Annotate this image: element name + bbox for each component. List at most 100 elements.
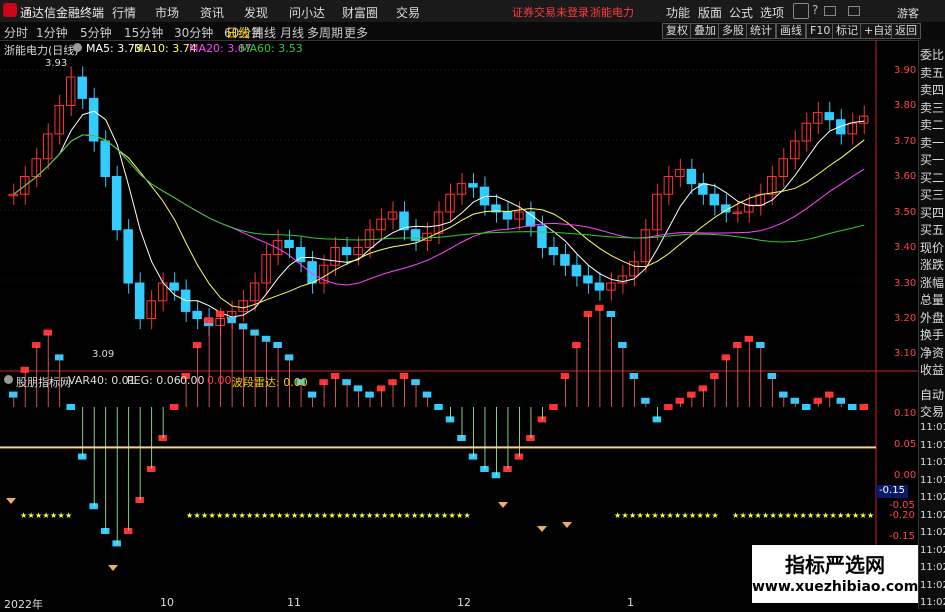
user-icon[interactable]	[793, 3, 809, 19]
indicator-block	[112, 540, 121, 547]
quote-label: 委比	[920, 48, 945, 62]
help-icon[interactable]: ?	[812, 3, 818, 17]
signal-star: ★	[644, 511, 651, 520]
signal-star: ★	[860, 511, 867, 520]
menu-banmian[interactable]: 版面	[698, 4, 722, 21]
ytick: 3.90	[894, 65, 917, 76]
menu-faxian[interactable]: 发现	[244, 4, 268, 21]
settings-icon[interactable]	[73, 43, 82, 52]
period-daily[interactable]: 日线	[226, 24, 250, 41]
candle-body	[571, 264, 582, 277]
tick-time: 11:01	[920, 457, 945, 468]
tick-time: 11:02	[920, 509, 945, 521]
signal-star: ★	[689, 511, 696, 520]
indicator-block	[583, 311, 593, 317]
kline-title: 浙能电力(日线)	[4, 44, 79, 57]
indicator-block	[664, 404, 673, 410]
indicator-block	[491, 472, 501, 479]
signal-star: ★	[314, 511, 321, 520]
indicator-block	[480, 466, 489, 472]
quote-panel: 委比 卖五 卖四 卖三 卖二 卖一 买一 买二 买三 买四 买五 现价 涨跌 涨幅 总量 外盘 换手 净资 收益 自动…	[918, 40, 945, 609]
menu-gongneng[interactable]: 功能	[666, 4, 690, 21]
ytick: 3.10	[894, 348, 917, 359]
signal-star: ★	[747, 511, 754, 520]
quote-label: 换手	[920, 328, 945, 342]
menu-caifuquan[interactable]: 财富圈	[342, 4, 378, 21]
signal-star: ★	[261, 511, 268, 520]
indicator-bars: ★ ★ ★ ★ ★ ★ ★ ★ ★ ★ ★ ★ ★ ★ ★ ★ ★ ★ ★ ★ ★ ★ ★ ★ ★ ★ ★ ★ ★ ★ ★ ★ ★ ★ ★ ★ ★ ★ ★ ★…	[6, 304, 874, 571]
period-30min[interactable]: 30分钟	[174, 24, 213, 41]
tick-time: 11:02	[920, 527, 945, 538]
signal-star: ★	[637, 511, 644, 520]
mail-icon[interactable]	[848, 6, 860, 16]
btn-biaoji[interactable]: 标记	[832, 23, 862, 39]
indicator-block	[733, 342, 742, 348]
signal-star: ★	[389, 511, 396, 520]
btn-huaxian[interactable]: 画线	[776, 23, 806, 39]
candle-body	[307, 261, 317, 284]
period-more[interactable]: 更多	[344, 24, 368, 41]
menu-jiaoyi[interactable]: 交易	[396, 4, 420, 21]
btn-fanhui[interactable]: 返回	[891, 23, 921, 39]
message-icon[interactable]	[824, 6, 836, 16]
signal-star: ★	[231, 511, 238, 520]
candle-body	[77, 76, 87, 99]
indicator-block	[54, 354, 64, 361]
tick-time: 11:02	[920, 492, 945, 503]
signal-star: ★	[35, 511, 42, 520]
indicator-block	[560, 373, 570, 379]
candle-body	[249, 282, 260, 302]
period-fenshi[interactable]: 分时	[4, 24, 28, 41]
menu-gongshi[interactable]: 公式	[729, 4, 753, 21]
app-logo-icon	[3, 3, 17, 17]
period-15min[interactable]: 15分钟	[124, 24, 163, 41]
indicator-block	[618, 342, 627, 348]
signal-star: ★	[194, 511, 201, 520]
chart-canvas[interactable]: ★ ★ ★ ★ ★ ★ ★ ★ ★ ★ ★ ★ ★ ★ ★ ★ ★ ★ ★ ★ ★ ★ ★ ★ ★ ★ ★ ★ ★ ★ ★ ★ ★ ★ ★ ★ ★ ★ ★ ★…	[0, 40, 918, 609]
auto-trade-label[interactable]: 自动	[920, 386, 944, 403]
period-monthly[interactable]: 月线	[280, 24, 304, 41]
signal-star: ★	[740, 511, 747, 520]
indicator-settings-icon[interactable]	[4, 375, 13, 384]
menu-xuanxiang[interactable]: 选项	[760, 4, 784, 21]
candle-body	[410, 229, 421, 241]
period-1min[interactable]: 1分钟	[36, 24, 68, 41]
signal-star: ★	[321, 511, 328, 520]
candle-body	[341, 247, 352, 256]
guest-label[interactable]: 游客	[897, 5, 919, 21]
signal-star: ★	[464, 511, 471, 520]
quote-label: 净资	[920, 345, 945, 360]
signal-star: ★	[770, 511, 777, 520]
btn-duogu[interactable]: 多股	[718, 23, 748, 39]
ytick: 3.50	[894, 207, 917, 218]
tick-time: 11:01	[920, 422, 945, 433]
signal-star: ★	[359, 511, 366, 520]
period-weekly[interactable]: 周线	[252, 24, 276, 41]
btn-f10[interactable]: F10	[806, 23, 835, 39]
menu-wenxiaoda[interactable]: 问小达	[289, 4, 325, 21]
indicator-block	[434, 404, 443, 410]
candle-body	[652, 193, 662, 231]
menu-shichang[interactable]: 市场	[155, 4, 179, 21]
period-multi[interactable]: 多周期	[307, 24, 343, 41]
period-5min[interactable]: 5分钟	[80, 24, 112, 41]
login-warning[interactable]: 证券交易未登录	[512, 4, 589, 20]
signal-star: ★	[682, 511, 689, 520]
signal-star: ★	[28, 511, 35, 520]
btn-fuquan[interactable]: 复权	[662, 23, 692, 39]
signal-star: ★	[755, 511, 762, 520]
btn-tongji[interactable]: 统计	[746, 23, 776, 39]
candle-body	[284, 239, 294, 248]
signal-star: ★	[830, 511, 837, 520]
quote-label: 买三	[920, 188, 945, 202]
signal-star: ★	[216, 511, 223, 520]
signal-star: ★	[239, 511, 246, 520]
btn-diejia[interactable]: 叠加	[690, 23, 720, 39]
ind-current-value: -0.15	[876, 485, 908, 498]
indicator-block	[641, 397, 650, 404]
auto-trade-label[interactable]: 交易	[920, 403, 944, 420]
diamond-marker	[498, 502, 508, 508]
menu-hangqing[interactable]: 行情	[112, 4, 136, 21]
radar-label: 波段雷达: 0.00	[232, 376, 308, 389]
menu-zixun[interactable]: 资讯	[200, 4, 224, 21]
